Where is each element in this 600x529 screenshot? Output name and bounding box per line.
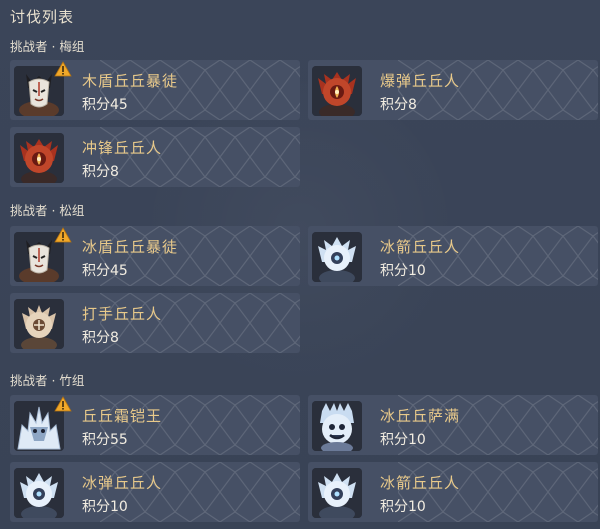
tan-hilichurl-icon (14, 299, 64, 349)
enemy-score: 积分10 (380, 499, 426, 515)
enemy-name: 冰箭丘丘人 (380, 474, 461, 492)
enemy-score: 积分8 (82, 164, 119, 180)
page-title: 讨伐列表 (10, 8, 75, 26)
enemy-card[interactable]: 丘丘霜铠王积分55 (10, 395, 300, 455)
group-label-bamboo: 挑战者 · 竹组 (10, 373, 85, 388)
enemy-score: 积分55 (82, 432, 128, 448)
enemy-name: 冰弹丘丘人 (82, 474, 163, 492)
enemy-card[interactable]: 冰箭丘丘人积分10 (308, 462, 598, 522)
enemy-name: 冰箭丘丘人 (380, 238, 461, 256)
enemy-score: 积分10 (82, 499, 128, 515)
enemy-name: 冰盾丘丘暴徒 (82, 238, 179, 256)
enemy-score: 积分8 (82, 330, 119, 346)
enemy-card[interactable]: 冰弹丘丘人积分10 (10, 462, 300, 522)
enemy-name: 冲锋丘丘人 (82, 139, 163, 157)
enemy-card[interactable]: 冲锋丘丘人积分8 (10, 127, 300, 187)
enemy-score: 积分8 (380, 97, 417, 113)
ice-hilichurl-icon (14, 468, 64, 518)
ice-shaman-icon (312, 401, 362, 451)
enemy-name: 打手丘丘人 (82, 305, 163, 323)
enemy-card[interactable]: 木盾丘丘暴徒 积分45 (10, 60, 300, 120)
enemy-name: 木盾丘丘暴徒 (82, 72, 179, 90)
enemy-card[interactable]: 爆弹丘丘人积分8 (308, 60, 598, 120)
warning-icon (54, 61, 72, 77)
enemy-name: 丘丘霜铠王 (82, 407, 163, 425)
warning-icon (54, 227, 72, 243)
group-label-pine: 挑战者 · 松组 (10, 203, 85, 218)
warning-icon (54, 396, 72, 412)
red-hilichurl-icon (14, 133, 64, 183)
hunt-list-panel: 讨伐列表 挑战者 · 梅组 挑战者 · 松组 挑战者 · 竹组 木盾丘丘暴徒 积分… (0, 0, 600, 529)
ice-hilichurl-icon (312, 468, 362, 518)
enemy-score: 积分45 (82, 263, 128, 279)
enemy-card[interactable]: 冰盾丘丘暴徒 积分45 (10, 226, 300, 286)
enemy-card[interactable]: 冰箭丘丘人积分10 (308, 226, 598, 286)
enemy-card[interactable]: 冰丘丘萨满积分10 (308, 395, 598, 455)
enemy-name: 爆弹丘丘人 (380, 72, 461, 90)
ice-hilichurl-icon (312, 232, 362, 282)
enemy-score: 积分10 (380, 263, 426, 279)
enemy-score: 积分45 (82, 97, 128, 113)
enemy-name: 冰丘丘萨满 (380, 407, 461, 425)
enemy-card[interactable]: 打手丘丘人积分8 (10, 293, 300, 353)
red-hilichurl-icon (312, 66, 362, 116)
group-label-plum: 挑战者 · 梅组 (10, 39, 85, 54)
enemy-score: 积分10 (380, 432, 426, 448)
